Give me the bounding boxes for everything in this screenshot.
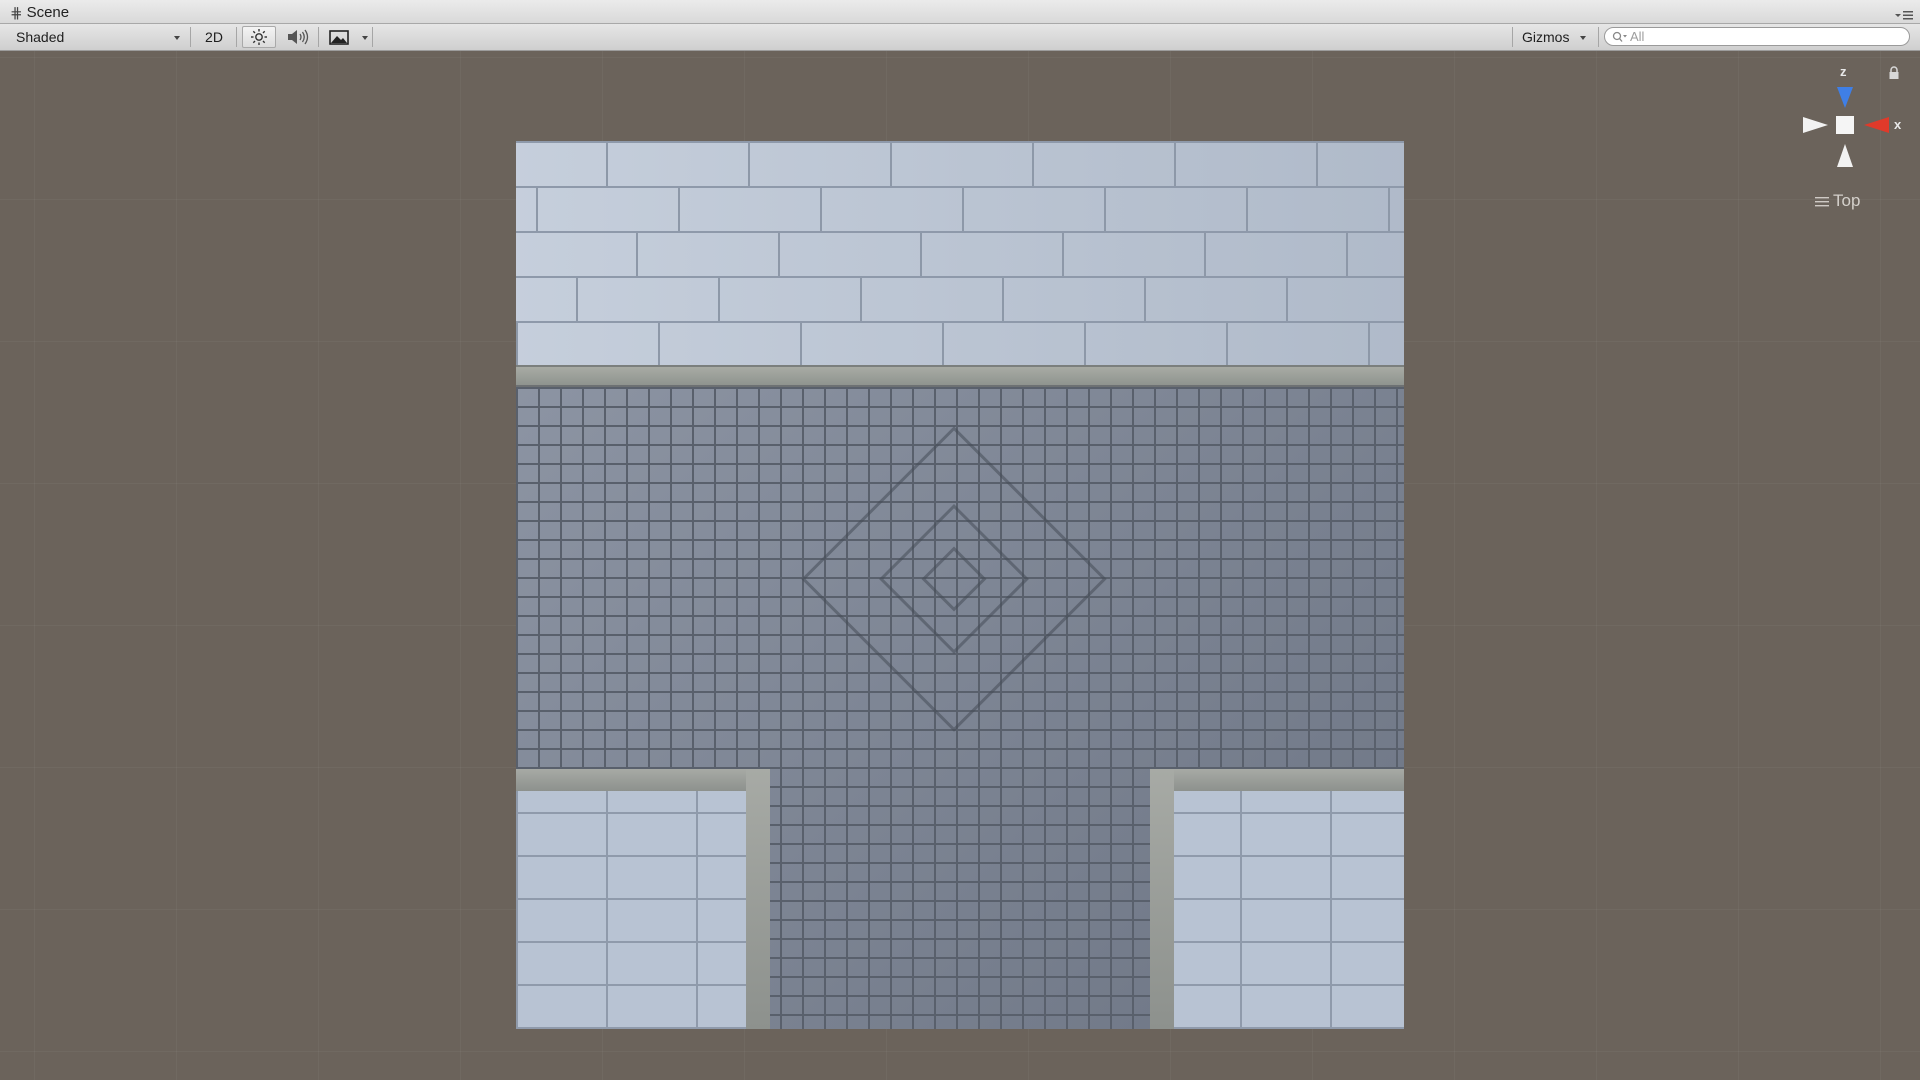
brick-row xyxy=(516,233,1404,276)
draw-mode-dropdown[interactable]: Shaded xyxy=(8,26,186,48)
gizmos-dropdown[interactable]: Gizmos xyxy=(1516,26,1592,48)
scene-viewport[interactable] xyxy=(0,51,1920,1080)
brick-row xyxy=(516,188,1404,231)
toolbar-divider xyxy=(190,27,191,47)
hierarchy-search-field[interactable] xyxy=(1604,27,1910,46)
scene-effects-button[interactable] xyxy=(322,26,356,48)
stone-ledge xyxy=(516,769,770,791)
brick-row xyxy=(516,323,1404,366)
scene-toolbar: Shaded 2D Gizmos All xyxy=(0,24,1920,51)
negative-x-axis-cone[interactable] xyxy=(1803,117,1828,133)
scene-tab[interactable]: ⋕ Scene xyxy=(10,3,69,22)
stone-ledge xyxy=(746,769,770,1029)
draw-mode-label: Shaded xyxy=(16,29,65,45)
chevron-down-icon xyxy=(174,36,180,40)
scene-lighting-button[interactable] xyxy=(242,26,276,48)
orientation-gizmo[interactable] xyxy=(1800,64,1890,174)
x-axis-label: x xyxy=(1894,117,1902,132)
effects-dropdown-chevron-icon[interactable] xyxy=(362,36,368,40)
stone-ledge xyxy=(1150,769,1404,791)
scene-tab-label: Scene xyxy=(26,4,70,21)
sun-icon xyxy=(251,29,267,45)
stone-tileset-sprite[interactable] xyxy=(516,141,1404,1029)
chevron-down-icon xyxy=(1580,36,1586,40)
x-axis-cone[interactable] xyxy=(1864,117,1889,133)
stone-ledge xyxy=(1150,769,1174,1029)
window-tab-bar: ⋕ Scene xyxy=(0,0,1920,24)
view-orientation-label[interactable]: Top xyxy=(1815,191,1860,211)
brick-row xyxy=(516,278,1404,321)
view-orientation-text: Top xyxy=(1833,191,1861,210)
stone-wall-corner-left xyxy=(516,769,770,1029)
toolbar-divider xyxy=(1598,27,1599,47)
z-axis-cone[interactable] xyxy=(1837,87,1853,108)
z-axis-label: z xyxy=(1840,64,1847,79)
tab-menu-icon[interactable] xyxy=(1894,9,1914,21)
toolbar-divider xyxy=(318,27,319,47)
search-icon xyxy=(1612,31,1627,42)
toggle-2d-label: 2D xyxy=(205,29,223,45)
image-icon xyxy=(329,29,349,45)
toolbar-divider xyxy=(1512,27,1513,47)
stone-wall-corner-right xyxy=(1150,769,1404,1029)
negative-z-axis-cone[interactable] xyxy=(1837,144,1853,167)
gizmo-center-cube[interactable] xyxy=(1836,116,1854,134)
search-input[interactable] xyxy=(1628,29,1890,44)
toolbar-divider xyxy=(372,27,373,47)
speaker-icon xyxy=(288,29,309,45)
stone-ledge xyxy=(516,365,1404,387)
menu-lines-icon xyxy=(1815,196,1829,206)
toggle-2d-button[interactable]: 2D xyxy=(198,26,230,48)
scene-audio-button[interactable] xyxy=(282,26,314,48)
brick-row xyxy=(516,143,1404,186)
toolbar-divider xyxy=(236,27,237,47)
gizmos-label: Gizmos xyxy=(1522,29,1570,45)
scene-grid-icon: ⋕ xyxy=(10,3,23,22)
